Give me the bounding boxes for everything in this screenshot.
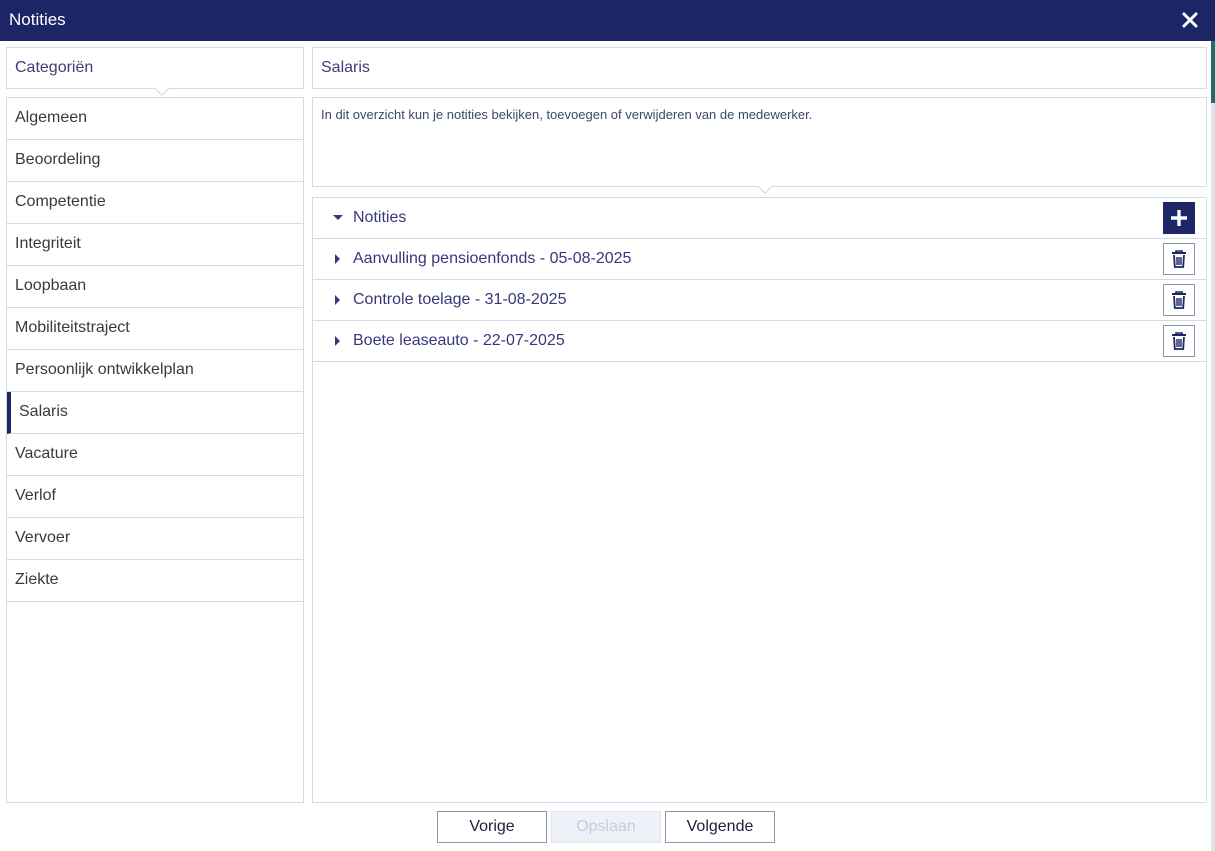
notes-panel: Notities Aanvulling pensioenfonds - 05-0… xyxy=(312,197,1207,803)
note-item-label[interactable]: Aanvulling pensioenfonds - 05-08-2025 xyxy=(353,250,631,268)
category-item-ziekte[interactable]: Ziekte xyxy=(7,560,303,602)
category-item-persoonlijk-ontwikkelplan[interactable]: Persoonlijk ontwikkelplan xyxy=(7,350,303,392)
add-note-button[interactable] xyxy=(1163,202,1195,234)
category-label: Persoonlijk ontwikkelplan xyxy=(15,361,194,378)
category-item-mobiliteitstraject[interactable]: Mobiliteitstraject xyxy=(7,308,303,350)
delete-note-button[interactable] xyxy=(1163,325,1195,357)
category-label: Competentie xyxy=(15,193,106,210)
caret-right-icon[interactable] xyxy=(335,336,340,346)
category-label: Vervoer xyxy=(15,529,71,546)
category-item-algemeen[interactable]: Algemeen xyxy=(7,98,303,140)
category-item-beoordeling[interactable]: Beoordeling xyxy=(7,140,303,182)
caret-right-icon[interactable] xyxy=(335,295,340,305)
background-window-edge xyxy=(1211,41,1215,851)
close-icon[interactable] xyxy=(1179,9,1201,31)
category-label: Vacature xyxy=(15,445,78,462)
category-item-vacature[interactable]: Vacature xyxy=(7,434,303,476)
caret-down-icon[interactable] xyxy=(333,215,343,220)
delete-note-button[interactable] xyxy=(1163,284,1195,316)
description-text: In dit overzicht kun je notities bekijke… xyxy=(321,107,813,122)
section-header: Salaris xyxy=(312,47,1207,89)
background-accent xyxy=(1211,41,1215,103)
caret-right-icon[interactable] xyxy=(335,254,340,264)
category-label: Loopbaan xyxy=(15,277,87,294)
category-item-verlof[interactable]: Verlof xyxy=(7,476,303,518)
plus-icon xyxy=(1171,210,1187,226)
category-label: Integriteit xyxy=(15,235,81,252)
note-item-label[interactable]: Controle toelage - 31-08-2025 xyxy=(353,291,566,309)
category-item-loopbaan[interactable]: Loopbaan xyxy=(7,266,303,308)
notes-group-header[interactable]: Notities xyxy=(313,198,1206,239)
pointer-caret xyxy=(154,81,170,97)
trash-icon xyxy=(1172,332,1186,350)
category-label: Beoordeling xyxy=(15,151,101,168)
save-button[interactable]: Opslaan xyxy=(551,811,661,843)
note-item[interactable]: Boete leaseauto - 22-07-2025 xyxy=(313,321,1206,362)
pointer-caret xyxy=(757,179,773,195)
category-label: Salaris xyxy=(19,403,68,420)
section-title: Salaris xyxy=(321,59,370,76)
note-item[interactable]: Controle toelage - 31-08-2025 xyxy=(313,280,1206,321)
category-item-vervoer[interactable]: Vervoer xyxy=(7,518,303,560)
categories-header-label: Categoriën xyxy=(15,59,94,76)
dialog-titlebar: Notities xyxy=(0,0,1215,41)
categories-header: Categoriën xyxy=(6,47,304,97)
trash-icon xyxy=(1172,250,1186,268)
category-label: Ziekte xyxy=(15,571,59,588)
categories-list: Algemeen Beoordeling Competentie Integri… xyxy=(6,97,304,803)
notes-group-label[interactable]: Notities xyxy=(353,209,406,227)
category-label: Mobiliteitstraject xyxy=(15,319,130,336)
category-item-salaris[interactable]: Salaris xyxy=(7,392,303,434)
delete-note-button[interactable] xyxy=(1163,243,1195,275)
category-item-competentie[interactable]: Competentie xyxy=(7,182,303,224)
trash-icon xyxy=(1172,291,1186,309)
category-label: Algemeen xyxy=(15,109,88,126)
dialog-title: Notities xyxy=(9,10,66,29)
category-label: Verlof xyxy=(15,487,56,504)
note-item[interactable]: Aanvulling pensioenfonds - 05-08-2025 xyxy=(313,239,1206,280)
note-item-label[interactable]: Boete leaseauto - 22-07-2025 xyxy=(353,332,565,350)
next-button[interactable]: Volgende xyxy=(665,811,775,843)
description-box: In dit overzicht kun je notities bekijke… xyxy=(312,97,1207,195)
previous-button[interactable]: Vorige xyxy=(437,811,547,843)
category-item-integriteit[interactable]: Integriteit xyxy=(7,224,303,266)
